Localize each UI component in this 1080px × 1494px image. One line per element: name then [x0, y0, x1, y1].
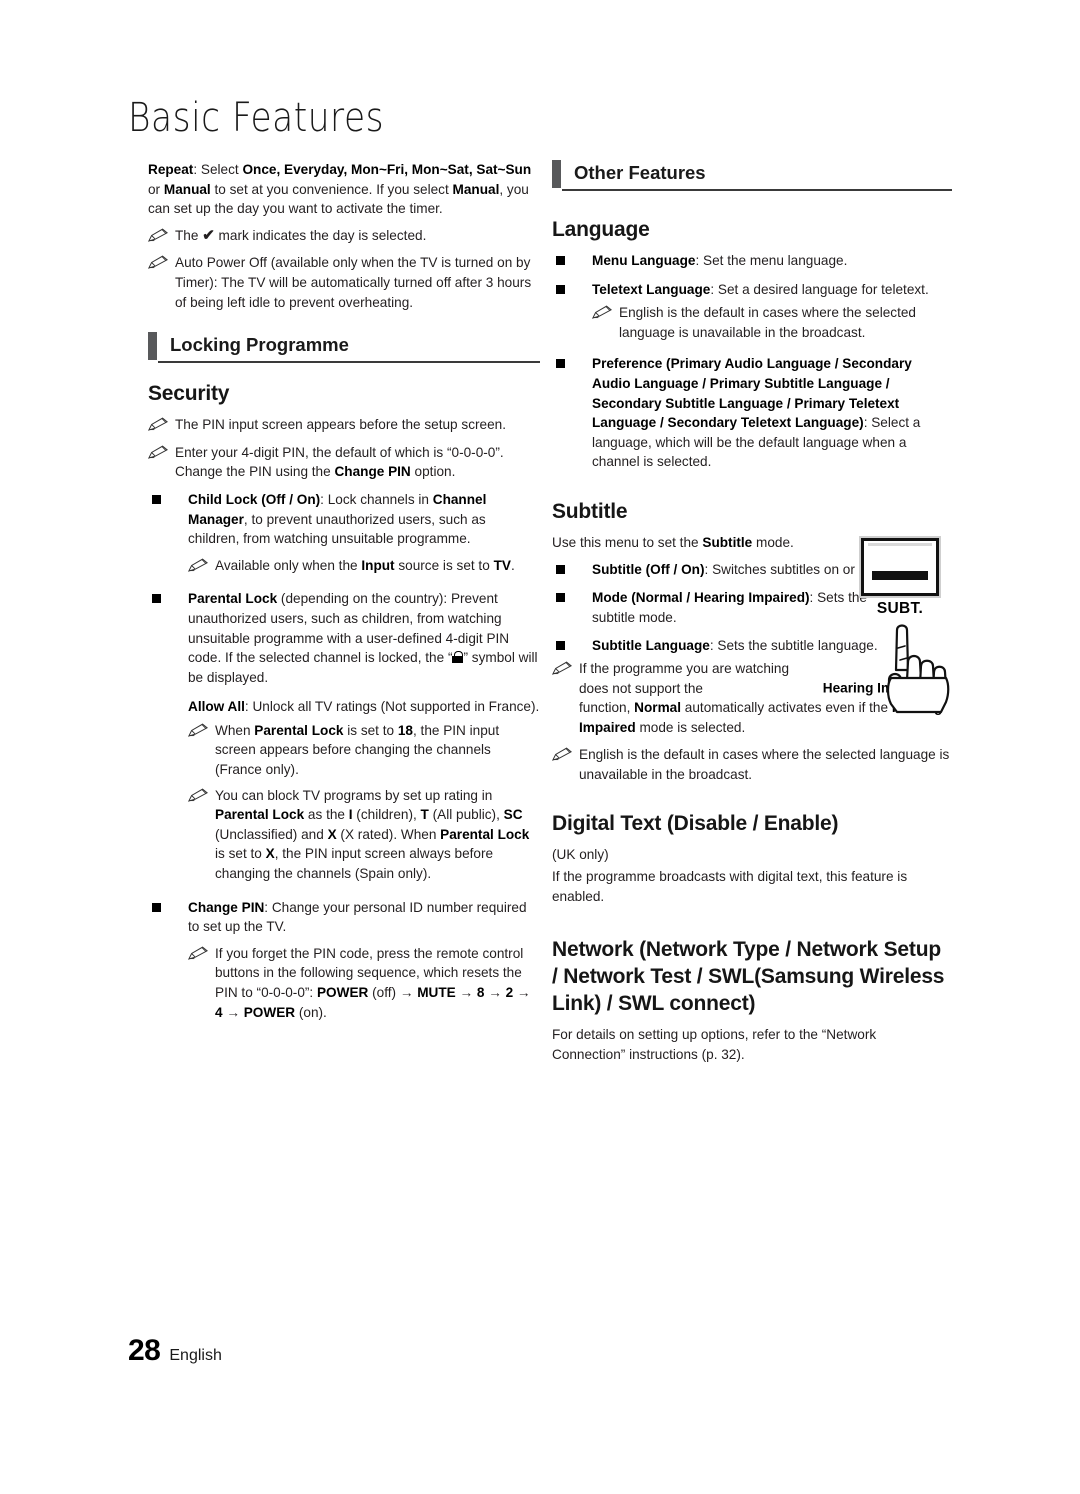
note-subtitle-english-default-text: English is the default in cases where th…	[579, 747, 950, 782]
pencil-note-icon	[187, 788, 208, 803]
bullet-teletext-language: Teletext Language: Set a desired languag…	[552, 280, 952, 343]
note-auto-power-off: Auto Power Off (available only when the …	[147, 253, 540, 312]
subhead-language-label: Language	[552, 218, 650, 241]
key-top-highlight	[868, 543, 932, 546]
bullet-preference: Preference (Primary Audio Language / Sec…	[552, 354, 952, 472]
subhead-subtitle-label: Subtitle	[552, 499, 628, 523]
note-auto-power-off-text: Auto Power Off (available only when the …	[175, 255, 532, 310]
manual-page: Basic Features Repeat: Select Once, Ever…	[0, 0, 1080, 1494]
subhead-digital-text: Digital Text (Disable / Enable)	[552, 810, 952, 837]
section-bar	[148, 332, 157, 361]
pencil-note-icon	[147, 228, 168, 243]
note-subtitle-english-default: English is the default in cases where th…	[551, 745, 952, 784]
section-locking-programme: Locking Programme	[148, 332, 540, 364]
subt-button-label: SUBT.	[876, 600, 924, 617]
page-number: 28	[128, 1334, 161, 1367]
subhead-digital-text-label: Digital Text (Disable / Enable)	[552, 812, 839, 836]
square-bullet-icon	[152, 494, 161, 504]
pencil-note-icon	[147, 417, 168, 432]
note-forget-pin: If you forget the PIN code, press the re…	[187, 944, 540, 1022]
pencil-note-icon	[147, 445, 168, 460]
bullet-subtitle-mode: Mode (Normal / Hearing Impaired): Sets t…	[552, 588, 882, 627]
subhead-subtitle: Subtitle	[552, 498, 952, 525]
section-bar	[552, 160, 561, 188]
note-enter-pin: Enter your 4-digit PIN, the default of w…	[147, 443, 540, 482]
pencil-note-icon	[187, 946, 208, 961]
square-bullet-icon	[556, 641, 565, 651]
subhead-language: Language	[552, 216, 952, 243]
subtitle-intro: Use this menu to set the Subtitle mode.	[552, 534, 794, 550]
note-parental-lock-18: When Parental Lock is set to 18, the PIN…	[187, 721, 540, 780]
page-language: English	[169, 1347, 222, 1364]
pencil-note-icon	[147, 255, 168, 270]
bullet-parental-lock: Parental Lock (depending on the country)…	[148, 589, 540, 883]
pencil-note-icon	[551, 747, 572, 762]
left-column: Repeat: Select Once, Everyday, Mon~Fri, …	[147, 160, 540, 1031]
note-teletext-english-default-text: English is the default in cases where th…	[619, 305, 916, 340]
bullet-child-lock: Child Lock (Off / On): Lock channels in …	[148, 490, 540, 575]
allow-all-line: Allow All: Unlock all TV ratings (Not su…	[188, 699, 540, 715]
square-bullet-icon	[556, 593, 565, 603]
page-footer: 28 English	[128, 1334, 222, 1368]
padlock-icon	[452, 651, 464, 664]
note-repeat-check: The ✔ mark indicates the day is selected…	[147, 226, 540, 246]
subhead-network: Network (Network Type / Network Setup / …	[552, 936, 952, 1017]
bullet-subtitle-onoff: Subtitle (Off / On): Switches subtitles …	[552, 560, 882, 580]
subtitle-bar-icon	[872, 571, 928, 580]
repeat-paragraph: Repeat: Select Once, Everyday, Mon~Fri, …	[148, 162, 532, 217]
note-teletext-english-default: English is the default in cases where th…	[591, 303, 952, 342]
digital-text-body: If the programme broadcasts with digital…	[552, 869, 908, 904]
section-locking-programme-label: Locking Programme	[170, 334, 349, 356]
section-other-features-label: Other Features	[574, 162, 706, 183]
square-bullet-icon	[152, 902, 161, 912]
pointing-hand-icon	[867, 618, 979, 719]
page-title: Basic Features	[128, 95, 385, 141]
network-body: For details on setting up options, refer…	[552, 1027, 877, 1062]
bullet-subtitle-language: Subtitle Language: Sets the subtitle lan…	[552, 636, 882, 656]
square-bullet-icon	[556, 256, 565, 265]
subt-button-illustration: SUBT.	[855, 538, 985, 714]
note-parental-lock-ratings: You can block TV programs by set up rati…	[187, 786, 540, 884]
note-pin-input-screen: The PIN input screen appears before the …	[147, 415, 540, 435]
note-child-lock-input: Available only when the Input source is …	[187, 556, 540, 576]
pencil-note-icon	[187, 558, 208, 573]
section-rule	[158, 361, 540, 364]
square-bullet-icon	[556, 359, 565, 369]
subt-remote-key	[861, 538, 939, 596]
bullet-menu-language: Menu Language: Set the menu language.	[552, 251, 952, 271]
pencil-note-icon	[187, 723, 208, 738]
section-rule	[562, 189, 952, 191]
pencil-note-icon	[551, 661, 572, 676]
pencil-note-icon	[591, 305, 612, 320]
square-bullet-icon	[152, 594, 161, 604]
square-bullet-icon	[556, 284, 565, 294]
note-pin-input-screen-text: The PIN input screen appears before the …	[175, 417, 506, 433]
check-mark-glyph: ✔	[202, 226, 215, 244]
subhead-security: Security	[148, 380, 540, 407]
digital-text-uk-note: (UK only)	[552, 847, 609, 863]
subhead-security-label: Security	[148, 382, 230, 406]
bullet-change-pin: Change PIN: Change your personal ID numb…	[148, 898, 540, 1023]
section-other-features: Other Features	[552, 160, 952, 191]
subhead-network-label: Network (Network Type / Network Setup / …	[552, 938, 945, 1016]
square-bullet-icon	[556, 564, 565, 574]
